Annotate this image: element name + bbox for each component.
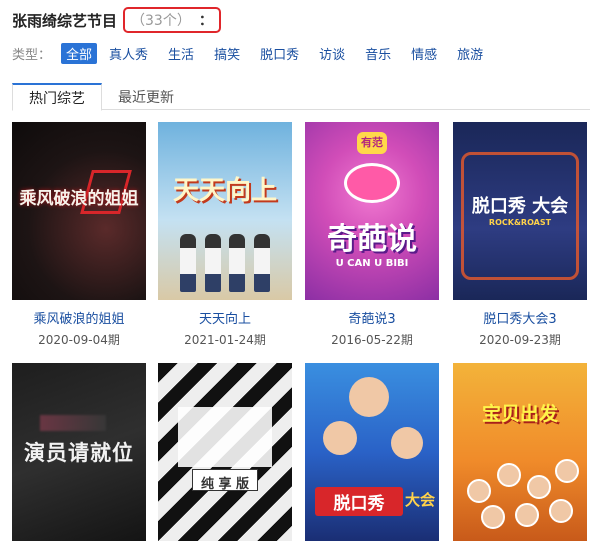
filter-lifestyle[interactable]: 生活 <box>168 44 194 63</box>
show-card[interactable]: 有范 奇葩说 U CAN U BIBI 奇葩说3 2016-05-22期 <box>305 122 445 348</box>
host-figure <box>180 234 197 292</box>
lips-logo-icon <box>347 166 397 200</box>
host-figure <box>253 234 270 292</box>
show-title-link[interactable]: 天天向上 <box>158 308 292 327</box>
show-poster[interactable]: 乘风破浪的姐姐 <box>12 122 146 300</box>
poster-title-secondary: 大会 <box>405 491 436 509</box>
tab-popular[interactable]: 热门综艺 <box>12 83 102 111</box>
poster-title: 乘风破浪的姐姐 <box>19 189 139 209</box>
show-card[interactable]: 天天向上 天天向上 2021-01-24期 <box>158 122 298 348</box>
poster-title: 宝贝出发 <box>481 403 558 425</box>
show-card[interactable]: 演员请就位 <box>12 363 152 541</box>
show-poster[interactable]: 纯 享 版 <box>158 363 292 541</box>
cast-face <box>555 459 579 483</box>
poster-subtitle: U CAN U BIBI <box>335 258 409 269</box>
show-card[interactable]: 脱口秀 大会 ROCK&ROAST 脱口秀大会3 2020-09-23期 <box>453 122 593 348</box>
result-count: （33个） <box>131 13 191 29</box>
cast-face <box>497 463 521 487</box>
host-face <box>349 377 389 417</box>
show-poster[interactable]: 宝贝出发 <box>453 363 587 541</box>
filter-comedy[interactable]: 搞笑 <box>214 44 240 63</box>
show-poster[interactable]: 脱口秀 大会 ROCK&ROAST <box>453 122 587 300</box>
show-title-link[interactable]: 脱口秀大会3 <box>453 308 587 327</box>
filter-music[interactable]: 音乐 <box>365 44 391 63</box>
filter-talkshow[interactable]: 脱口秀 <box>260 44 299 63</box>
poster-title: 天天向上 <box>172 176 277 206</box>
show-card[interactable]: 纯 享 版 <box>158 363 298 541</box>
filter-romance[interactable]: 情感 <box>411 44 437 63</box>
show-episode-date: 2016-05-22期 <box>331 333 413 347</box>
type-filter-label: 类型： <box>12 47 52 63</box>
tab-recent[interactable]: 最近更新 <box>102 83 190 110</box>
cast-face <box>527 475 551 499</box>
show-card[interactable]: 宝贝出发 <box>453 363 593 541</box>
poster-title: 演员请就位 <box>24 441 134 465</box>
cast-face <box>467 479 491 503</box>
host-figure <box>229 234 246 292</box>
filter-travel[interactable]: 旅游 <box>457 44 483 63</box>
filter-all[interactable]: 全部 <box>61 42 98 64</box>
result-count-highlight: （33个） ： <box>123 7 221 33</box>
poster-title: 奇葩说 <box>327 222 417 257</box>
poster-cast <box>461 449 579 535</box>
host-figure <box>204 234 221 292</box>
poster-blur-mark <box>40 415 106 431</box>
filter-interview[interactable]: 访谈 <box>319 44 345 63</box>
cast-face <box>515 503 539 527</box>
show-episode-date: 2021-01-24期 <box>184 333 266 347</box>
show-title-link[interactable]: 奇葩说3 <box>305 308 439 327</box>
show-card[interactable]: 脱口秀 大会 <box>305 363 445 541</box>
show-poster[interactable]: 有范 奇葩说 U CAN U BIBI <box>305 122 439 300</box>
poster-title: 纯 享 版 <box>200 477 250 492</box>
cast-face <box>549 499 573 523</box>
show-episode-date: 2020-09-23期 <box>479 333 561 347</box>
show-poster[interactable]: 天天向上 <box>158 122 292 300</box>
poster-subtitle: ROCK&ROAST <box>488 218 552 227</box>
poster-title: 脱口秀 <box>315 487 403 516</box>
poster-panel <box>178 407 272 467</box>
show-poster[interactable]: 演员请就位 <box>12 363 146 541</box>
title-row: 张雨绮综艺节目 （33个） ： <box>12 7 221 33</box>
host-face <box>323 421 357 455</box>
tab-bar: 热门综艺 最近更新 <box>12 83 590 111</box>
poster-hosts <box>176 222 274 292</box>
filter-reality[interactable]: 真人秀 <box>109 44 148 63</box>
show-card[interactable]: 乘风破浪的姐姐 乘风破浪的姐姐 2020-09-04期 <box>12 122 152 348</box>
count-suffix: ： <box>198 13 213 29</box>
show-title-link[interactable]: 乘风破浪的姐姐 <box>12 308 146 327</box>
show-poster[interactable]: 脱口秀 大会 <box>305 363 439 541</box>
type-filter-bar: 类型： 全部 真人秀 生活 搞笑 脱口秀 访谈 音乐 情感 旅游 <box>12 42 503 64</box>
cast-face <box>481 505 505 529</box>
show-episode-date: 2020-09-04期 <box>38 333 120 347</box>
poster-badge: 有范 <box>357 132 387 154</box>
poster-title: 脱口秀 大会 <box>471 196 569 217</box>
host-face <box>391 427 423 459</box>
page-title: 张雨绮综艺节目 <box>12 11 118 30</box>
